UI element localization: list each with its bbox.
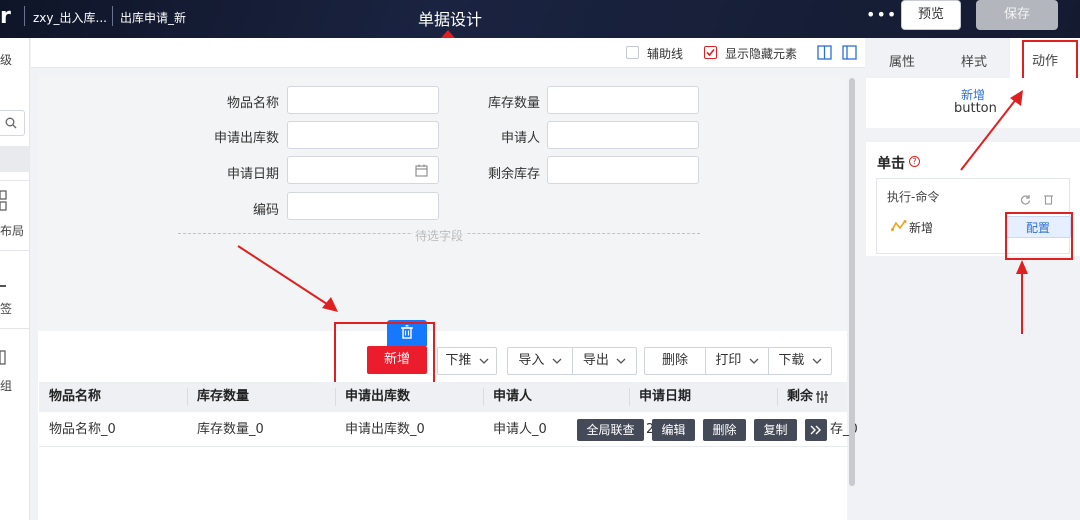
- print-label: 打印: [715, 353, 742, 368]
- chevron-down-icon: [812, 358, 822, 364]
- split-view-icon[interactable]: [817, 45, 832, 60]
- breadcrumb-app[interactable]: zxy_出入库...: [33, 9, 107, 26]
- sidebar-item-layout[interactable]: 布局: [0, 222, 24, 239]
- request-qty-input[interactable]: [287, 121, 439, 149]
- guide-line-label: 辅助线: [647, 47, 684, 61]
- sidebar-section-header: [0, 146, 30, 172]
- table-header: 物品名称 库存数量 申请出库数 申请人 申请日期 剩余: [39, 382, 847, 412]
- check-icon: [706, 48, 715, 57]
- calendar-icon: [415, 164, 428, 177]
- page-title: 单据设计: [418, 10, 483, 29]
- canvas-scrollbar[interactable]: [849, 78, 855, 486]
- tab-styles[interactable]: 样式: [961, 51, 987, 70]
- push-down-label: 下推: [445, 353, 472, 368]
- field-label-request-date: 申请日期: [226, 167, 279, 182]
- push-down-button[interactable]: 下推: [437, 347, 497, 375]
- field-label-item-name: 物品名称: [226, 96, 279, 111]
- column-header-remaining[interactable]: 剩余: [777, 382, 817, 412]
- action-group: 删除 打印 下载: [644, 347, 832, 375]
- divider: [0, 250, 30, 251]
- row-global-query-button[interactable]: 全局联查: [577, 419, 644, 441]
- row-delete-button[interactable]: 删除: [703, 419, 746, 441]
- form-area: [38, 75, 847, 331]
- annotation-arrow: [1016, 260, 1028, 334]
- more-icon[interactable]: •••: [866, 5, 897, 24]
- remaining-stock-input[interactable]: [547, 156, 699, 184]
- active-indicator: [441, 30, 455, 38]
- row-copy-button[interactable]: 复制: [754, 419, 797, 441]
- divider: [112, 6, 113, 26]
- download-button[interactable]: 下载: [769, 348, 831, 374]
- click-event-label: 单击: [877, 156, 905, 172]
- panel-view-icon[interactable]: [842, 45, 857, 60]
- chevron-down-icon: [749, 358, 759, 364]
- layout-icon: [0, 190, 7, 211]
- chevron-down-icon: [552, 358, 562, 364]
- applicant-input[interactable]: [547, 121, 699, 149]
- top-bar: r zxy_出入库... 出库申请_新 单据设计 ••• 预览 保存: [0, 0, 1080, 38]
- cell-request-qty: 申请出库数_0: [345, 422, 425, 437]
- guide-line-checkbox[interactable]: [626, 46, 639, 59]
- preview-button[interactable]: 预览: [901, 0, 961, 30]
- item-name-input[interactable]: [287, 86, 439, 114]
- column-settings-icon[interactable]: [815, 390, 829, 404]
- delete-button[interactable]: 删除: [645, 348, 705, 374]
- download-label: 下载: [778, 353, 805, 368]
- stock-qty-input[interactable]: [547, 86, 699, 114]
- app-logo: r: [0, 4, 11, 29]
- column-header-stock-qty[interactable]: 库存数量: [187, 382, 335, 412]
- row-edit-button[interactable]: 编辑: [652, 419, 695, 441]
- field-label-remaining-stock: 剩余库存: [487, 167, 540, 182]
- divider: [24, 6, 25, 26]
- sidebar-item-group[interactable]: 组: [0, 377, 12, 394]
- pending-fields-label: 待选字段: [413, 227, 466, 244]
- import-button[interactable]: 导入: [508, 348, 572, 374]
- annotation-arrow: [237, 245, 338, 312]
- action-title: 执行-命令: [887, 190, 940, 204]
- double-chevron-right-icon: [810, 425, 821, 435]
- cell-stock-qty: 库存数量_0: [197, 422, 264, 437]
- code-input[interactable]: [287, 192, 439, 220]
- cell-item-name: 物品名称_0: [49, 422, 116, 437]
- field-label-code: 编码: [252, 203, 279, 218]
- row-more-button[interactable]: [805, 419, 827, 441]
- sidebar-search-input[interactable]: [0, 110, 25, 136]
- chevron-down-icon: [479, 358, 489, 364]
- sidebar-item-tag[interactable]: 签: [0, 300, 12, 317]
- divider: [0, 328, 30, 329]
- search-icon: [5, 117, 17, 129]
- sidebar-top-label: 级: [0, 53, 13, 67]
- annotation-arrow: [960, 90, 1023, 171]
- column-header-applicant[interactable]: 申请人: [483, 382, 629, 412]
- flow-icon: [891, 220, 907, 231]
- chevron-down-icon: [616, 358, 626, 364]
- trash-icon[interactable]: [1043, 193, 1054, 205]
- print-button[interactable]: 打印: [706, 348, 768, 374]
- import-label: 导入: [518, 353, 545, 368]
- breadcrumb-form[interactable]: 出库申请_新: [120, 9, 186, 26]
- export-label: 导出: [582, 353, 609, 368]
- tag-icon: [0, 285, 6, 287]
- divider: [0, 180, 30, 181]
- column-header-request-date[interactable]: 申请日期: [629, 382, 777, 412]
- show-hidden-label: 显示隐藏元素: [725, 47, 798, 61]
- column-header-request-qty[interactable]: 申请出库数: [335, 382, 483, 412]
- tab-properties[interactable]: 属性: [889, 51, 915, 70]
- help-icon[interactable]: ?: [909, 156, 920, 167]
- field-label-applicant: 申请人: [500, 131, 540, 146]
- field-label-stock-qty: 库存数量: [487, 96, 540, 111]
- request-date-input[interactable]: [287, 156, 439, 184]
- import-export-group: 导入 导出: [507, 347, 637, 375]
- refresh-icon[interactable]: [1020, 194, 1031, 205]
- group-icon: [0, 350, 6, 365]
- field-label-request-qty: 申请出库数: [213, 131, 279, 146]
- save-button[interactable]: 保存: [976, 0, 1058, 30]
- annotation-highlight: [334, 322, 435, 388]
- export-button[interactable]: 导出: [573, 348, 636, 374]
- annotation-highlight: [1005, 212, 1073, 260]
- show-hidden-checkbox[interactable]: [704, 46, 717, 59]
- cell-applicant: 申请人_0: [493, 422, 547, 437]
- action-item-label: 新增: [909, 221, 934, 235]
- column-header-item-name[interactable]: 物品名称: [39, 382, 187, 412]
